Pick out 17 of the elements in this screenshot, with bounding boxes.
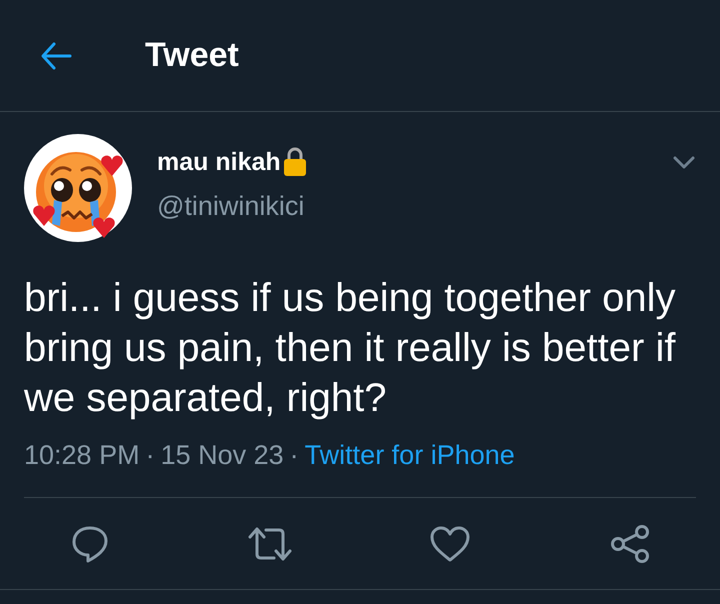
like-heart-icon[interactable] [430, 526, 470, 562]
tweet-text: bri... i guess if us being together only bring us pain, then it really is better if we separated, right? [24, 275, 676, 422]
chevron-down-icon[interactable] [673, 156, 695, 170]
timestamp-text: 10:28 PM [24, 439, 140, 471]
separator-dot: · [290, 439, 299, 471]
back-arrow-icon[interactable] [40, 40, 72, 70]
separator-dot: · [146, 439, 155, 471]
page-title: Tweet [145, 36, 239, 75]
retweet-icon[interactable] [248, 526, 292, 562]
avatar-icon[interactable] [24, 134, 132, 242]
display-name[interactable]: mau nikah [157, 146, 281, 178]
user-handle[interactable]: @tiniwinikici [157, 190, 307, 222]
lock-icon [282, 146, 307, 176]
timestamp-text: 15 Nov 23 [160, 439, 284, 471]
share-icon[interactable] [610, 525, 650, 563]
reply-icon[interactable] [71, 525, 109, 563]
source-link[interactable]: Twitter for iPhone [304, 439, 515, 471]
